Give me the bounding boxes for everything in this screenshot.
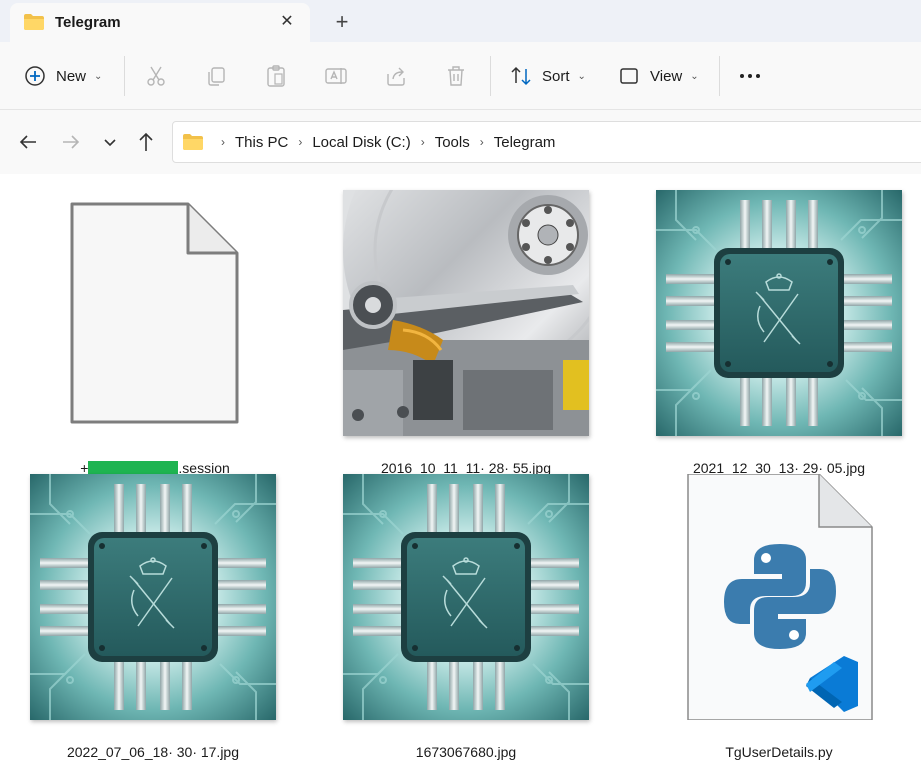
forward-arrow-icon[interactable] <box>59 130 83 154</box>
python-file-icon <box>687 474 873 720</box>
file-item[interactable]: 2016_10_11_11· 28· 55.jpg <box>343 190 589 476</box>
file-item[interactable]: TgUserDetails.py <box>656 474 902 760</box>
rename-icon[interactable] <box>324 64 348 88</box>
file-item[interactable]: 2022_07_06_18· 30· 17.jpg <box>30 474 276 760</box>
delete-icon[interactable] <box>444 64 468 88</box>
close-icon[interactable]: ✕ <box>276 11 298 33</box>
toolbar-divider <box>490 56 491 96</box>
breadcrumb-this-pc[interactable]: This PC <box>235 134 288 151</box>
chevron-down-icon: ⌄ <box>94 70 103 82</box>
view-label: View <box>650 67 683 85</box>
breadcrumb-chevron-icon[interactable]: › <box>298 135 302 149</box>
image-thumbnail <box>30 474 276 720</box>
command-bar: New ⌄ Sort ⌄ View ⌄ <box>0 42 921 110</box>
sort-label: Sort <box>542 67 570 85</box>
file-item[interactable]: 1673067680.jpg <box>343 474 589 760</box>
file-name: 1673067680.jpg <box>415 744 517 760</box>
address-bar[interactable]: › This PC › Local Disk (C:) › Tools › Te… <box>172 121 921 163</box>
share-icon[interactable] <box>384 64 408 88</box>
chevron-down-icon: ⌄ <box>577 70 586 82</box>
tab-title: Telegram <box>55 14 121 31</box>
plus-circle-icon <box>25 66 45 86</box>
view-button[interactable]: View ⌄ <box>618 60 699 92</box>
breadcrumb-chevron-icon[interactable]: › <box>221 135 225 149</box>
breadcrumb-telegram[interactable]: Telegram <box>494 134 556 151</box>
file-item[interactable]: 2021_12_30_13· 29· 05.jpg <box>656 190 902 476</box>
image-thumbnail <box>343 474 589 720</box>
chip-emblem-image <box>343 474 589 720</box>
plus-icon[interactable]: + <box>330 10 354 34</box>
file-name: 2022_07_06_18· 30· 17.jpg <box>66 744 240 760</box>
file-grid: + .session 2016_10_11_11· 28· 55.jpg 202… <box>0 174 921 766</box>
view-icon <box>620 68 638 84</box>
up-arrow-icon[interactable] <box>134 130 158 154</box>
copy-icon[interactable] <box>204 64 228 88</box>
tab-telegram[interactable]: Telegram ✕ <box>10 3 310 42</box>
folder-icon <box>183 134 203 150</box>
breadcrumb-local-disk[interactable]: Local Disk (C:) <box>312 134 410 151</box>
image-thumbnail <box>656 190 902 436</box>
more-icon[interactable] <box>738 64 762 88</box>
breadcrumb-chevron-icon[interactable]: › <box>421 135 425 149</box>
folder-icon <box>24 14 44 30</box>
new-button[interactable]: New ⌄ <box>24 60 102 92</box>
hard-drive-image <box>343 190 589 436</box>
redaction-block <box>88 461 179 475</box>
recent-chevron-icon[interactable] <box>98 130 122 154</box>
back-arrow-icon[interactable] <box>16 130 40 154</box>
chip-emblem-image <box>656 190 902 436</box>
toolbar-divider <box>719 56 720 96</box>
new-label: New <box>56 67 87 85</box>
sort-icon <box>511 66 531 86</box>
file-item[interactable]: + .session <box>32 190 278 476</box>
image-thumbnail <box>343 190 589 436</box>
breadcrumb-tools[interactable]: Tools <box>435 134 470 151</box>
chevron-down-icon: ⌄ <box>690 70 699 82</box>
toolbar-divider <box>124 56 125 96</box>
title-bar: Telegram ✕ + <box>0 0 921 42</box>
paste-icon[interactable] <box>264 64 288 88</box>
cut-icon[interactable] <box>144 64 168 88</box>
breadcrumb: › This PC › Local Disk (C:) › Tools › Te… <box>183 122 555 162</box>
generic-file-icon <box>70 202 239 424</box>
chip-emblem-image <box>30 474 276 720</box>
breadcrumb-chevron-icon[interactable]: › <box>480 135 484 149</box>
navigation-bar: › This PC › Local Disk (C:) › Tools › Te… <box>0 110 921 174</box>
sort-button[interactable]: Sort ⌄ <box>510 60 586 92</box>
file-name: TgUserDetails.py <box>725 744 833 760</box>
